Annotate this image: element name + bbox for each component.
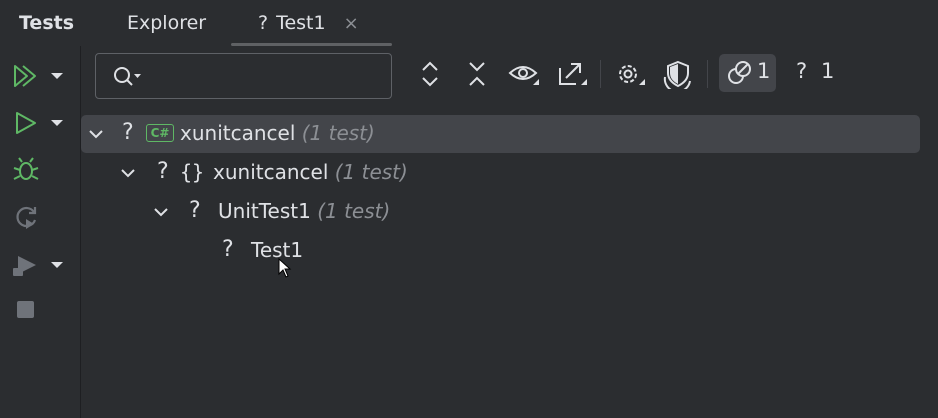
test-count: (1 test): [317, 199, 391, 223]
search-input[interactable]: [148, 62, 382, 92]
rerun-button[interactable]: [12, 204, 40, 232]
dropdown-arrow-icon[interactable]: [48, 259, 66, 271]
left-toolbar: [0, 46, 81, 418]
coverage-icon: [13, 256, 36, 276]
dropdown-arrow-icon[interactable]: [48, 117, 66, 129]
chevron-down-icon[interactable]: [87, 125, 105, 143]
export-button[interactable]: [555, 57, 589, 91]
mouse-cursor-icon: [278, 258, 292, 278]
unknown-count: 1: [821, 59, 835, 83]
namespace-icon: {}: [180, 160, 205, 184]
tree-row-label: UnitTest1 (1 test): [218, 199, 390, 223]
search-field[interactable]: [95, 53, 392, 99]
unknown-filter-icon: ?: [796, 59, 808, 83]
tree-row-namespace[interactable]: ? {} xunitcancel (1 test): [81, 154, 920, 192]
expand-all-icon: [422, 61, 438, 87]
unknown-status-icon: ?: [157, 159, 169, 184]
run-button[interactable]: [12, 110, 66, 136]
tree-row-class[interactable]: ? UnitTest1 (1 test): [81, 193, 920, 231]
rerun-icon: [16, 206, 37, 229]
toolbar-separator: [707, 60, 708, 88]
debug-icon: [13, 157, 39, 180]
settings-button[interactable]: [613, 57, 647, 91]
tool-window-title: Tests: [19, 12, 75, 34]
show-filter-button[interactable]: [507, 57, 541, 91]
class-name: UnitTest1: [218, 199, 311, 223]
tab-test1-label: Test1: [276, 12, 326, 34]
gear-icon: [619, 65, 645, 85]
tree-row-label: xunitcancel (1 test): [180, 121, 375, 145]
search-icon: [114, 67, 141, 86]
collapse-all-icon: [469, 62, 485, 86]
coverage-button[interactable]: [12, 252, 66, 278]
chevron-down-icon[interactable]: [152, 203, 170, 221]
ignored-tests-icon: [728, 61, 751, 84]
shield-icon: [663, 60, 691, 89]
close-icon[interactable]: ×: [344, 13, 359, 34]
dropdown-arrow-icon[interactable]: [48, 70, 66, 82]
debug-button[interactable]: [12, 156, 40, 184]
run-icon: [16, 112, 36, 134]
stop-icon: [17, 301, 34, 318]
ignored-tests-filter[interactable]: 1: [719, 54, 776, 92]
trust-settings-button[interactable]: [661, 57, 695, 91]
test-tree-panel: 1 ? 1 ? C# xunitcancel (1 test) ? {} xun…: [81, 46, 938, 418]
ignored-count: 1: [757, 59, 771, 83]
run-all-button[interactable]: [12, 63, 66, 89]
stop-button[interactable]: [16, 300, 36, 320]
unknown-status-icon: ?: [189, 198, 201, 223]
run-all-icon: [14, 65, 36, 87]
tree-row-project[interactable]: ? C# xunitcancel (1 test): [81, 115, 920, 153]
test-count: (1 test): [334, 160, 408, 184]
toolbar-separator: [600, 60, 601, 88]
csharp-project-icon: C#: [146, 124, 174, 142]
collapse-all-button[interactable]: [460, 57, 494, 91]
unknown-status-icon: ?: [258, 12, 269, 34]
project-name: xunitcancel: [180, 121, 296, 145]
tree-row-label: xunitcancel (1 test): [213, 160, 408, 184]
tree-row-test[interactable]: ? Test1: [81, 232, 920, 270]
tab-bar: Tests Explorer ? Test1 ×: [0, 0, 938, 46]
eye-icon: [508, 66, 539, 85]
unknown-status-icon: ?: [122, 120, 134, 145]
namespace-name: xunitcancel: [213, 160, 329, 184]
test-count: (1 test): [301, 121, 375, 145]
export-icon: [559, 63, 587, 85]
tab-test1[interactable]: ? Test1 ×: [231, 0, 392, 46]
expand-all-button[interactable]: [413, 57, 447, 91]
chevron-down-icon[interactable]: [119, 164, 137, 182]
tab-explorer[interactable]: Explorer: [127, 0, 206, 46]
unknown-status-icon: ?: [222, 237, 234, 262]
